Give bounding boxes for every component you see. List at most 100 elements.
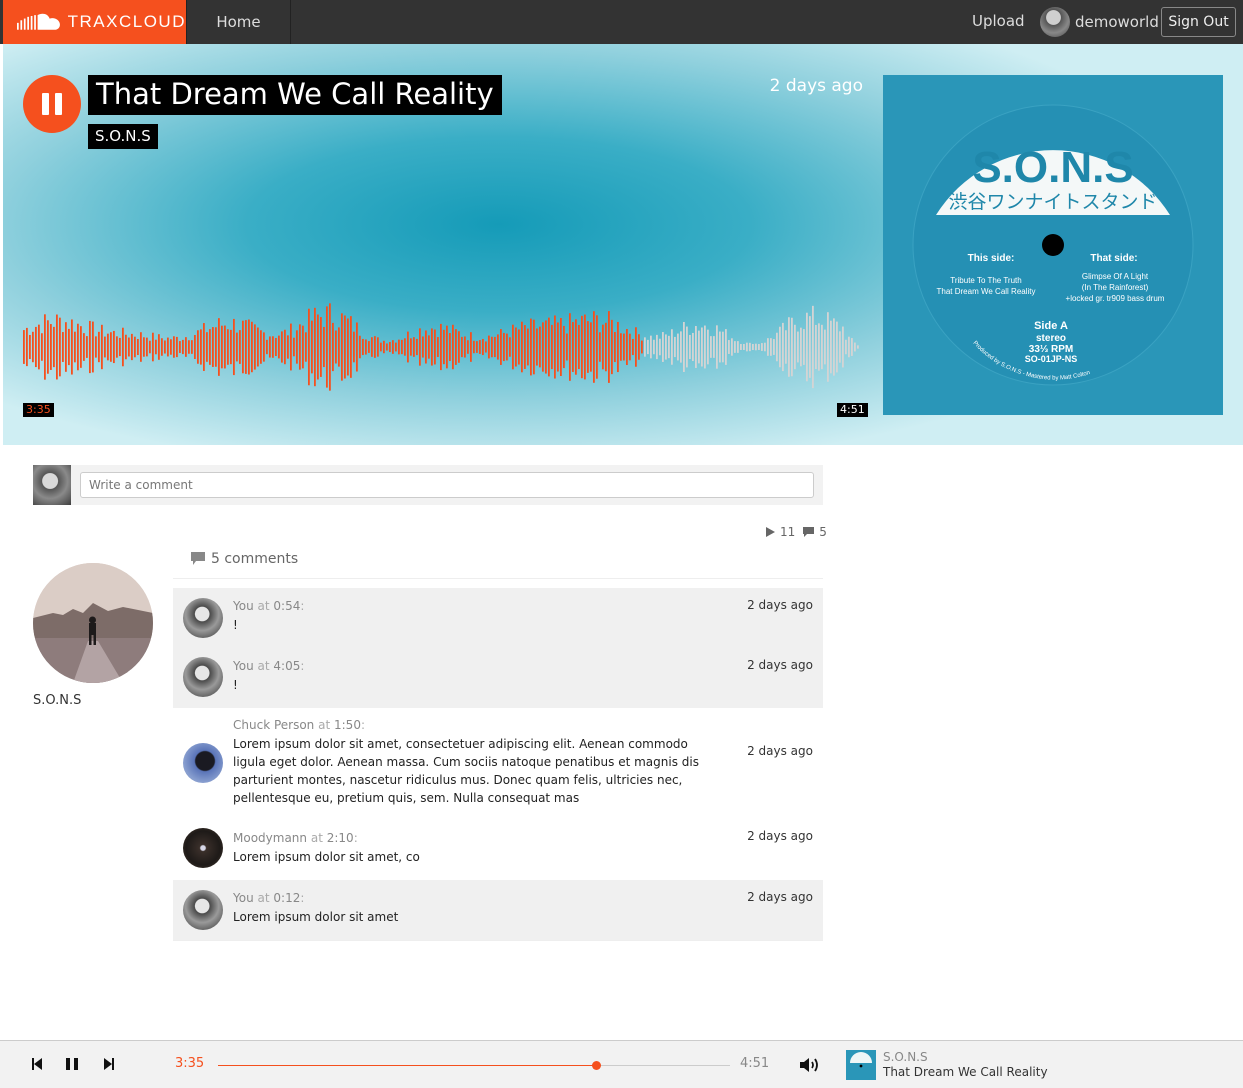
user-menu[interactable]: demoworld: [1040, 7, 1159, 37]
waveform[interactable]: [23, 299, 861, 399]
waveform-bar: [365, 339, 367, 355]
comment-user[interactable]: You: [233, 659, 254, 673]
waveform-bar: [689, 334, 691, 360]
comment-avatar[interactable]: [183, 743, 223, 783]
waveform-bar: [314, 307, 316, 387]
comment-user[interactable]: You: [233, 599, 254, 613]
waveform-bar: [302, 325, 304, 369]
next-track-icon[interactable]: [103, 1057, 115, 1071]
player-pause-icon[interactable]: [65, 1057, 79, 1071]
waveform-bar: [485, 341, 487, 353]
waveform-bar: [707, 329, 709, 365]
comment-input[interactable]: [80, 472, 814, 498]
waveform-bar: [182, 339, 184, 355]
sign-out-button[interactable]: Sign Out: [1161, 7, 1236, 37]
comment-meta: You at 0:12:: [233, 891, 304, 905]
comment-date: 2 days ago: [747, 598, 813, 612]
progress-bar[interactable]: [218, 1061, 730, 1070]
waveform-bar: [569, 313, 571, 381]
waveform-bar: [575, 319, 577, 375]
waveform-bar: [593, 311, 595, 383]
mini-cover[interactable]: [846, 1050, 876, 1080]
comment-date: 2 days ago: [747, 744, 813, 758]
comment-meta: Moodymann at 2:10:: [233, 831, 358, 845]
artist-photo: [33, 563, 153, 683]
waveform-bar: [659, 338, 661, 356]
waveform-bar: [440, 323, 442, 371]
comment-avatar[interactable]: [183, 598, 223, 638]
waveform-bar: [44, 314, 46, 380]
comment-user[interactable]: Moodymann: [233, 831, 307, 845]
track-artist[interactable]: S.O.N.S: [88, 124, 158, 149]
artist-name[interactable]: S.O.N.S: [33, 693, 81, 708]
progress-knob[interactable]: [591, 1061, 601, 1070]
waveform-bar: [491, 336, 493, 358]
waveform-bar: [635, 327, 637, 367]
waveform-bar: [47, 320, 49, 374]
comment-at: at: [257, 659, 270, 673]
waveform-bar: [692, 332, 694, 362]
waveform-bar: [413, 337, 415, 357]
waveform-bar: [848, 336, 850, 358]
waveform-bar: [392, 340, 394, 354]
waveform-bar: [734, 341, 736, 353]
comment-meta: You at 4:05:: [233, 659, 304, 673]
waveform-bar: [818, 323, 820, 371]
waveform-bar: [161, 338, 163, 356]
waveform-bar: [605, 322, 607, 372]
waveform-bar: [608, 311, 610, 383]
waveform-bar: [587, 321, 589, 373]
waveform-current-time: 3:35: [23, 403, 54, 417]
comment-text: Lorem ipsum dolor sit amet, co: [233, 850, 420, 864]
waveform-bar: [701, 327, 703, 367]
waveform-bar: [509, 337, 511, 357]
waveform-bar: [419, 328, 421, 366]
mini-title[interactable]: That Dream We Call Reality: [883, 1065, 1048, 1079]
waveform-bar: [833, 318, 835, 376]
waveform-bar: [227, 329, 229, 365]
waveform-bar: [758, 344, 760, 350]
waveform-bar: [338, 327, 340, 367]
artist-avatar[interactable]: [33, 563, 153, 683]
waveform-bar: [812, 305, 814, 389]
logo[interactable]: TRAXCLOUD: [3, 0, 186, 44]
comment-avatar[interactable]: [183, 890, 223, 930]
waveform-bar: [614, 331, 616, 363]
comment-colon: :: [353, 831, 358, 845]
waveform-bar: [143, 337, 145, 357]
nav-home-link[interactable]: Home: [186, 0, 291, 44]
comment-time[interactable]: 0:12: [273, 891, 300, 905]
comment-count-icon: [803, 527, 815, 537]
waveform-bar: [125, 334, 127, 360]
previous-track-icon[interactable]: [31, 1057, 43, 1071]
comment-date: 2 days ago: [747, 658, 813, 672]
comment-time[interactable]: 0:54: [273, 599, 300, 613]
waveform-bar: [41, 333, 43, 361]
comment-time[interactable]: 1:50: [334, 718, 361, 732]
comment-list: You at 0:54: ! 2 days ago You at 4:05: !…: [173, 588, 823, 941]
comment-time[interactable]: 2:10: [327, 831, 354, 845]
waveform-bar: [317, 314, 319, 380]
waveform-bar: [851, 338, 853, 356]
waveform-bar: [242, 320, 244, 374]
comment-colon: :: [300, 891, 305, 905]
waveform-bar: [140, 332, 142, 362]
comment-avatar[interactable]: [183, 828, 223, 868]
pause-button[interactable]: [23, 75, 81, 133]
comment-user[interactable]: You: [233, 891, 254, 905]
comment-text: Lorem ipsum dolor sit amet: [233, 910, 399, 924]
comment-user[interactable]: Chuck Person: [233, 718, 314, 732]
comment-avatar[interactable]: [183, 657, 223, 697]
waveform-bar: [656, 334, 658, 360]
comments-icon: [191, 552, 205, 565]
mini-artist[interactable]: S.O.N.S: [883, 1050, 928, 1064]
waveform-bar: [719, 331, 721, 363]
waveform-bar: [773, 339, 775, 355]
waveform-bar: [398, 339, 400, 355]
comment-time[interactable]: 4:05: [273, 659, 300, 673]
nav-upload-link[interactable]: Upload: [972, 12, 1025, 30]
volume-icon[interactable]: [798, 1055, 822, 1075]
waveform-bar: [590, 322, 592, 372]
cover-this-side-track: Tribute To The Truth: [950, 276, 1021, 285]
waveform-bar: [335, 330, 337, 364]
